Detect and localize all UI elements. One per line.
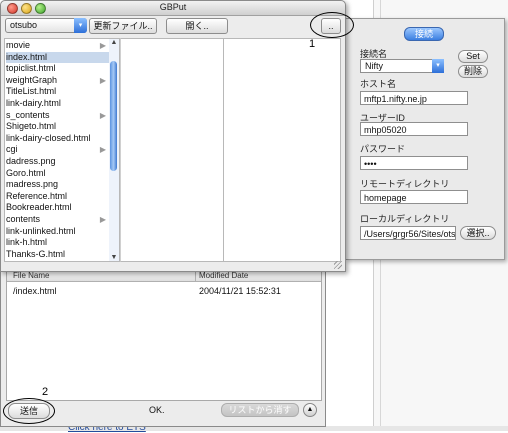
upload-table: File Name Modified Date /index.html 2004…	[6, 269, 322, 401]
list-item[interactable]: Thanks-G.html	[6, 249, 109, 260]
list-item[interactable]: s_contents ▶	[6, 110, 109, 121]
folder-chevron-icon: ▶	[99, 110, 106, 120]
file-name: Goro.html	[6, 167, 46, 178]
file-name: link-dairy-closed.html	[6, 132, 91, 143]
gbput-window: GBPut otsubo ▾ 更新ファイル.. 開く.. .. movie ▶ in…	[0, 0, 346, 272]
list-item[interactable]: madress.png	[6, 179, 109, 190]
open-button[interactable]: 開く..	[166, 18, 228, 34]
list-item[interactable]: dadress.png	[6, 156, 109, 167]
window-title: GBPut	[159, 2, 187, 12]
list-item[interactable]: link-dairy.html	[6, 98, 109, 109]
file-name: index.html	[6, 51, 48, 62]
list-item[interactable]: movie ▶	[6, 40, 109, 51]
folder-chevron-icon: ▶	[99, 41, 106, 50]
scroll-thumb[interactable]	[110, 61, 117, 171]
list-item[interactable]: link-unlinked.html	[6, 226, 109, 237]
list-item[interactable]: Reference.html	[6, 191, 109, 202]
file-name: TitleList.html	[6, 86, 57, 97]
host-label: ホスト名	[360, 79, 397, 89]
row-date: 2004/11/21 15:52:31	[199, 286, 281, 296]
list-item[interactable]: cgi ▶	[6, 144, 109, 155]
remove-from-list-button[interactable]: リストから消す	[221, 403, 299, 417]
select-arrow-icon: ▾	[432, 59, 444, 73]
remote-dir-field[interactable]: homepage	[360, 190, 468, 204]
callout-number-2: 2	[42, 386, 49, 398]
list-item[interactable]: Goro.html	[6, 168, 109, 179]
file-browser-list: movie ▶ index.html topiclist.html weightGrap…	[4, 38, 111, 262]
delete-button[interactable]: 削除	[458, 65, 488, 78]
choose-dir-button[interactable]: 選択..	[460, 226, 496, 240]
site-popup[interactable]: otsubo ▾	[5, 18, 87, 33]
browser-column-2	[120, 38, 224, 262]
folder-chevron-icon: ▶	[99, 215, 106, 224]
list-item[interactable]: contents ▶	[6, 214, 109, 225]
file-name: dadress.png	[6, 156, 56, 166]
local-dir-field[interactable]: /Users/grgr56/Sites/otsubo	[360, 226, 456, 240]
file-name: weightGraph	[6, 74, 58, 85]
toolbar: otsubo ▾ 更新ファイル.. 開く.. ..	[1, 16, 345, 36]
file-name: contents	[6, 214, 41, 224]
site-popup-value: otsubo	[10, 20, 38, 30]
password-label: パスワード	[360, 144, 406, 154]
file-name: link-dairy.html	[6, 98, 61, 108]
list-item[interactable]: Shigeto.html	[6, 121, 109, 132]
list-item[interactable]: index.html	[6, 51, 109, 63]
file-name: cgi	[6, 144, 18, 155]
scroll-up-icon[interactable]: ▲	[109, 39, 119, 46]
file-name: madress.png	[6, 179, 59, 190]
title-bar[interactable]: GBPut	[1, 1, 345, 16]
file-name: Reference.html	[6, 190, 68, 201]
connection-select-value: Nifty	[365, 61, 383, 71]
row-file: /index.html	[13, 286, 57, 296]
update-files-button[interactable]: 更新ファイル..	[89, 18, 157, 34]
remote-dir-label: リモートディレクトリ	[360, 179, 450, 189]
set-button[interactable]: Set	[458, 50, 488, 63]
folder-chevron-icon: ▶	[99, 75, 106, 85]
callout-ellipse-1	[310, 12, 354, 38]
file-name: s_contents	[6, 109, 50, 120]
file-name: Shigeto.html	[6, 121, 57, 132]
resize-grip-icon[interactable]	[334, 261, 342, 269]
list-item[interactable]: topiclist.html	[6, 63, 109, 74]
file-name: topiclist.html	[6, 63, 56, 74]
callout-ellipse-2	[3, 398, 55, 424]
list-item[interactable]: link-h.html	[6, 237, 109, 248]
popup-arrows-icon: ▾	[74, 18, 87, 33]
user-id-field[interactable]: mhp05020	[360, 122, 468, 136]
file-list-scrollbar[interactable]: ▲ ▼	[109, 38, 120, 262]
browser-column-3	[223, 38, 341, 262]
list-item[interactable]: TitleList.html	[6, 86, 109, 97]
list-item[interactable]: weightGraph ▶	[6, 75, 109, 86]
connection-select[interactable]: Nifty ▾	[360, 59, 444, 73]
file-name: link-unlinked.html	[6, 225, 76, 236]
list-item[interactable]: link-dairy-closed.html	[6, 133, 109, 144]
password-field[interactable]: ••••	[360, 156, 468, 170]
file-name: Bookreader.html	[6, 202, 72, 213]
connection-settings-panel: 接続 接続名 Nifty ▾ Set 削除 ホスト名 mftp1.nifty.n…	[345, 18, 505, 260]
host-field[interactable]: mftp1.nifty.ne.jp	[360, 91, 468, 105]
list-item[interactable]: Bookreader.html	[6, 202, 109, 213]
tab-connection[interactable]: 接続	[404, 27, 444, 41]
disclosure-icon[interactable]: ▲	[303, 403, 317, 417]
file-name: link-h.html	[6, 237, 48, 248]
scroll-down-icon[interactable]: ▼	[109, 254, 119, 261]
status-text: OK.	[149, 405, 165, 415]
callout-number-1: 1	[309, 38, 316, 50]
file-name: movie	[6, 40, 31, 50]
file-name: Thanks-G.html	[6, 248, 66, 259]
local-dir-label: ローカルディレクトリ	[360, 214, 450, 224]
folder-chevron-icon: ▶	[99, 145, 106, 155]
